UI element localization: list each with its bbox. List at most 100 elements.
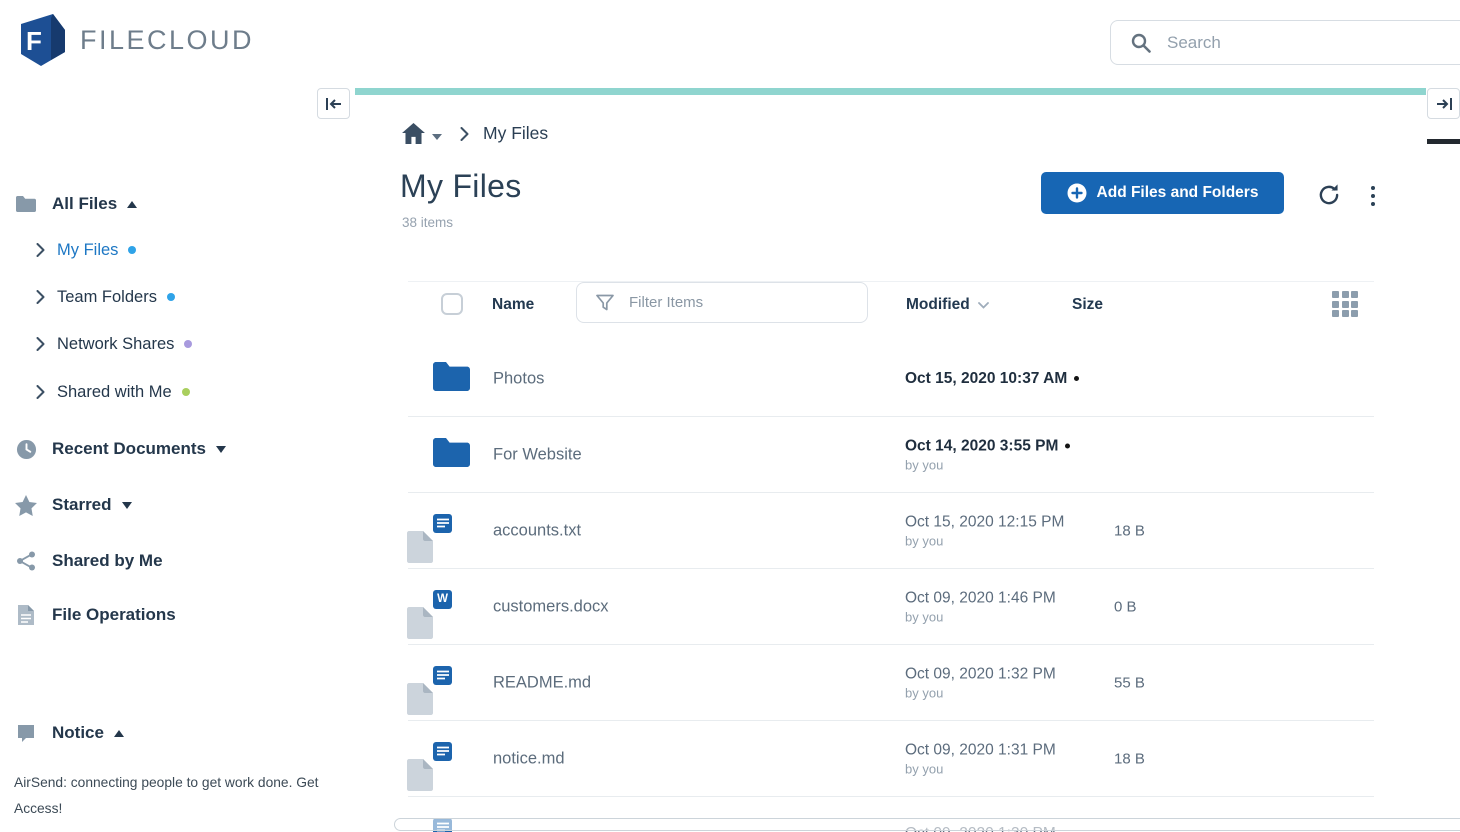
collapse-sidebar-button[interactable] (317, 88, 350, 119)
chevron-up-icon (114, 730, 124, 737)
chevron-up-icon (127, 201, 137, 208)
file-name[interactable]: Photos (493, 369, 544, 388)
sidebar-item-label: Starred (52, 495, 112, 515)
sidebar-item-notice[interactable]: Notice (14, 720, 124, 746)
modified-date: Oct 15, 2020 10:37 AM (905, 370, 1079, 388)
filecloud-logo[interactable]: F FILECLOUD (20, 14, 254, 66)
star-icon (14, 495, 38, 516)
select-all-checkbox[interactable] (441, 293, 463, 315)
sidebar-item-my-files[interactable]: My Files (36, 237, 136, 263)
search-input[interactable] (1165, 32, 1389, 54)
column-header-modified[interactable]: Modified (906, 296, 989, 314)
add-files-button-label: Add Files and Folders (1097, 184, 1259, 202)
status-dot (182, 388, 190, 396)
sidebar-item-label: Shared by Me (52, 551, 163, 571)
sidebar-item-label: Network Shares (57, 335, 174, 354)
file-name[interactable]: README.md (493, 673, 591, 692)
kebab-dot (1371, 194, 1375, 198)
filecloud-app: F FILECLOUD All Files My Files (0, 0, 1460, 832)
sidebar-item-file-operations[interactable]: File Operations (14, 602, 176, 628)
page-title: My Files (400, 168, 522, 205)
sidebar-item-label: Recent Documents (52, 439, 206, 459)
column-header-modified-label: Modified (906, 296, 970, 314)
home-icon (402, 123, 425, 144)
modified-by: by you (905, 761, 1056, 776)
modified-date-text: Oct 14, 2020 3:55 PM (905, 437, 1058, 454)
logo-letter: F (26, 26, 42, 56)
more-options-button[interactable] (1366, 184, 1380, 208)
folder-icon (14, 195, 38, 213)
clock-icon (14, 439, 38, 460)
breadcrumb: My Files (402, 123, 548, 144)
text-badge (433, 666, 452, 685)
modified-date: Oct 14, 2020 3:55 PM (905, 437, 1070, 455)
collapse-left-icon (325, 97, 343, 111)
status-dot (167, 293, 175, 301)
sidebar-item-team-folders[interactable]: Team Folders (36, 284, 175, 310)
sidebar-item-label: Notice (52, 723, 104, 743)
kebab-dot (1371, 202, 1375, 206)
sidebar: All Files My Files Team Folders Network … (0, 86, 355, 832)
filter-box (576, 282, 868, 323)
chevron-right-icon (36, 243, 45, 257)
file-name[interactable]: notice.md (493, 749, 565, 768)
chevron-right-icon (36, 337, 45, 351)
sort-chevron-down-icon (978, 302, 989, 309)
sidebar-item-shared-with-me[interactable]: Shared with Me (36, 379, 190, 405)
add-files-button[interactable]: Add Files and Folders (1041, 172, 1284, 214)
file-name[interactable]: accounts.txt (493, 521, 581, 540)
collapse-panel-button[interactable] (1427, 88, 1460, 119)
sidebar-item-label: File Operations (52, 605, 176, 625)
column-header-size[interactable]: Size (1072, 296, 1103, 314)
modified-date: Oct 09, 2020 1:31 PM (905, 741, 1056, 759)
logo-shield-icon: F (20, 14, 66, 66)
file-name[interactable]: customers.docx (493, 597, 609, 616)
scrollbar-thumb[interactable] (1427, 139, 1460, 144)
global-search (1110, 20, 1460, 65)
modified-by: by you (905, 685, 1056, 700)
sidebar-item-all-files[interactable]: All Files (14, 191, 137, 217)
table-row[interactable]: For Website Oct 14, 2020 3:55 PM by you (408, 417, 1374, 493)
chevron-right-icon (36, 385, 45, 399)
filter-items-input[interactable] (627, 293, 831, 312)
modified-date: Oct 09, 2020 1:46 PM (905, 589, 1056, 607)
modified-by: by you (905, 533, 1064, 548)
funnel-icon (596, 294, 614, 312)
sidebar-item-label: Team Folders (57, 288, 157, 307)
text-badge (433, 514, 452, 533)
table-row[interactable]: W customers.docx Oct 09, 2020 1:46 PM by… (408, 569, 1374, 645)
kebab-dot (1371, 186, 1375, 190)
file-size: 0 B (1114, 598, 1137, 615)
sidebar-item-starred[interactable]: Starred (14, 492, 132, 518)
horizontal-scrollbar[interactable] (394, 818, 1460, 831)
column-header-name[interactable]: Name (492, 296, 534, 314)
file-name[interactable]: For Website (493, 445, 582, 464)
folder-icon (433, 438, 470, 472)
text-badge (433, 742, 452, 761)
refresh-button[interactable] (1316, 182, 1342, 208)
file-size: 18 B (1114, 522, 1145, 539)
table-row[interactable]: Photos Oct 15, 2020 10:37 AM (408, 341, 1374, 417)
file-size: 55 B (1114, 674, 1145, 691)
table-row[interactable]: README.md Oct 09, 2020 1:32 PM by you 55… (408, 645, 1374, 721)
collapse-right-icon (1435, 97, 1453, 111)
modified-date-text: Oct 15, 2020 10:37 AM (905, 370, 1067, 387)
grid-view-button[interactable] (1332, 291, 1359, 318)
refresh-icon (1316, 182, 1342, 208)
file-table: Photos Oct 15, 2020 10:37 AM For Website… (408, 341, 1374, 832)
sidebar-item-recent-documents[interactable]: Recent Documents (14, 436, 226, 462)
chevron-down-icon (216, 446, 226, 453)
breadcrumb-current[interactable]: My Files (483, 123, 548, 144)
sidebar-item-shared-by-me[interactable]: Shared by Me (14, 548, 163, 574)
chevron-down-icon (122, 502, 132, 509)
notice-icon (14, 723, 38, 743)
breadcrumb-home-button[interactable] (402, 123, 442, 144)
sidebar-item-label: All Files (52, 194, 117, 214)
home-dropdown-caret-icon (432, 134, 442, 140)
file-icon (14, 604, 38, 626)
sidebar-item-network-shares[interactable]: Network Shares (36, 331, 192, 357)
unread-dot (1065, 443, 1070, 448)
table-row[interactable]: accounts.txt Oct 15, 2020 12:15 PM by yo… (408, 493, 1374, 569)
items-count: 38 items (402, 215, 453, 230)
table-row[interactable]: notice.md Oct 09, 2020 1:31 PM by you 18… (408, 721, 1374, 797)
